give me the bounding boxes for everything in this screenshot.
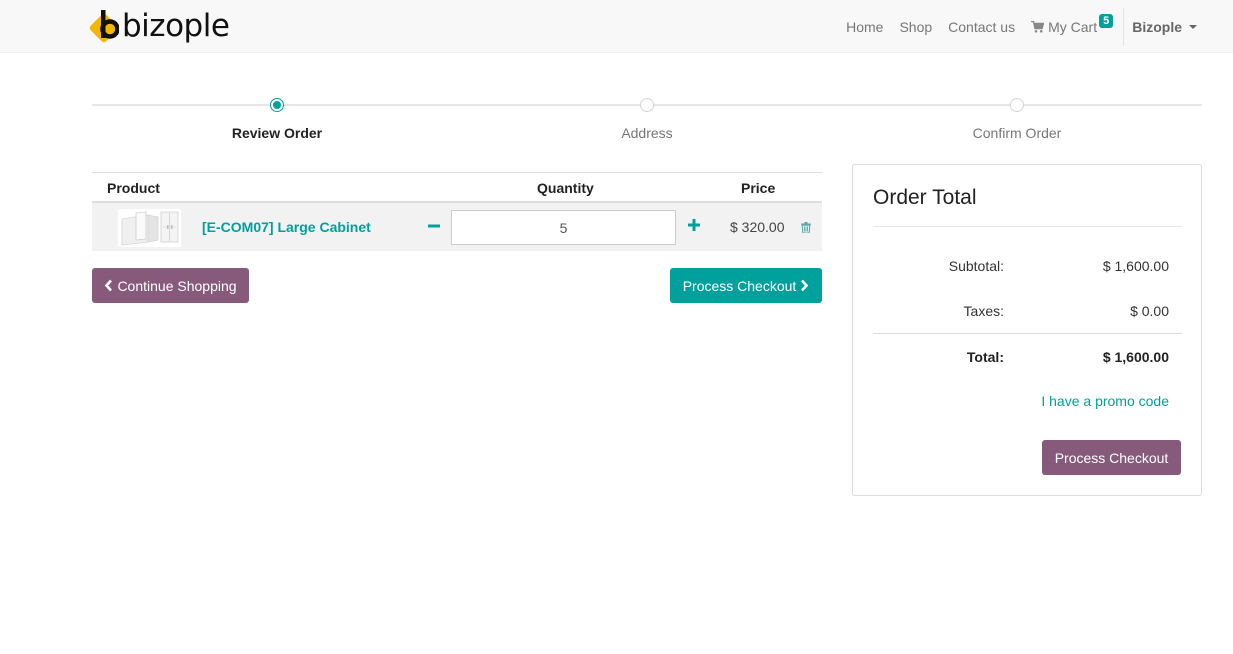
nav-link-contact[interactable]: Contact us — [940, 19, 1023, 35]
cart-table-header: Product Quantity Price — [92, 172, 822, 203]
wizard-dot-confirm — [1010, 98, 1024, 112]
trash-icon[interactable] — [801, 222, 811, 233]
user-menu[interactable]: Bizople — [1124, 19, 1197, 35]
wizard-dot-address — [640, 98, 654, 112]
user-name: Bizople — [1132, 18, 1182, 35]
quantity-input[interactable] — [451, 210, 676, 245]
wizard-step-review: Review Order — [231, 125, 323, 141]
total-value: $ 1,600.00 — [1102, 349, 1169, 365]
nav-link-cart[interactable]: My Cart 5 — [1023, 13, 1121, 35]
nav-link-shop[interactable]: Shop — [891, 19, 940, 35]
taxes-label: Taxes: — [963, 303, 1004, 319]
chevron-right-icon — [801, 279, 809, 292]
header-product: Product — [107, 180, 160, 196]
process-checkout-label: Process Checkout — [682, 277, 797, 294]
continue-shopping-label: Continue Shopping — [117, 277, 237, 294]
caret-down-icon — [1189, 24, 1197, 29]
continue-shopping-button[interactable]: Continue Shopping — [92, 268, 249, 303]
cart-table: Product Quantity Price [E-COM07] Large C… — [92, 172, 822, 251]
brand-name: bizople — [122, 8, 230, 44]
promo-code-link[interactable]: I have a promo code — [1041, 393, 1169, 409]
header-quantity: Quantity — [537, 180, 594, 196]
product-image[interactable] — [118, 209, 181, 247]
process-checkout-button[interactable]: Process Checkout — [670, 268, 822, 303]
nav-menu: Home Shop Contact us My Cart 5 Bizople — [838, 0, 1197, 53]
total-label: Total: — [966, 349, 1004, 365]
plus-icon[interactable] — [685, 215, 703, 235]
chevron-left-icon — [105, 279, 113, 292]
cart-icon — [1031, 20, 1045, 33]
divider — [873, 333, 1182, 334]
taxes-value: $ 0.00 — [1130, 303, 1169, 319]
divider — [873, 226, 1182, 227]
panel-process-checkout-button[interactable]: Process Checkout — [1042, 440, 1181, 475]
product-price: $ 320.00 — [730, 219, 785, 235]
logo-mark-icon — [88, 9, 121, 44]
brand-logo[interactable]: bizople — [88, 7, 230, 45]
top-navbar: bizople Home Shop Contact us My Cart 5 B… — [0, 0, 1233, 53]
subtotal-value: $ 1,600.00 — [1102, 258, 1169, 274]
nav-link-home[interactable]: Home — [838, 19, 891, 35]
order-total-title: Order Total — [873, 186, 977, 209]
order-total-panel: Order Total Subtotal: $ 1,600.00 Taxes: … — [852, 164, 1202, 496]
subtotal-label: Subtotal: — [948, 258, 1004, 274]
wizard-step-confirm: Confirm Order — [972, 125, 1062, 141]
table-row: [E-COM07] Large Cabinet $ 320.00 — [92, 203, 822, 251]
wizard-dot-review — [270, 98, 284, 112]
product-name-link[interactable]: [E-COM07] Large Cabinet — [202, 219, 371, 235]
cart-label: My Cart — [1048, 18, 1098, 35]
wizard-step-address: Address — [621, 125, 673, 141]
minus-icon[interactable] — [425, 216, 443, 236]
header-price: Price — [741, 180, 776, 196]
cart-count-badge: 5 — [1099, 13, 1114, 28]
